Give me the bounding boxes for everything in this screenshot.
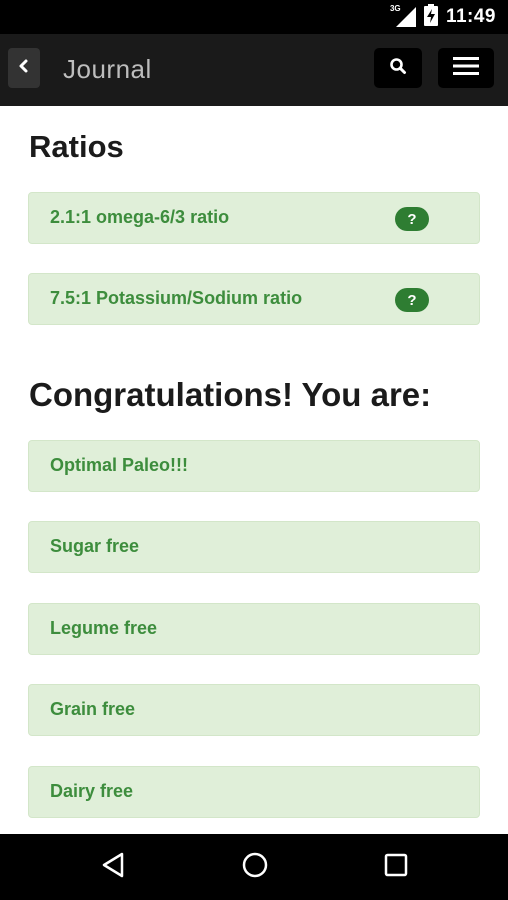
network-type-label: 3G [389,4,401,13]
achievement-card-optimal-paleo[interactable]: Optimal Paleo!!! [28,440,480,492]
battery-charging-icon [423,3,438,31]
nav-recents-icon [384,853,408,882]
help-badge[interactable]: ? [395,207,429,231]
help-badge[interactable]: ? [395,288,429,312]
achievement-label: Grain free [50,699,136,719]
app-bar: Journal [0,34,508,106]
nav-home-icon [241,851,269,884]
congrats-heading: Congratulations! You are: [29,376,432,413]
back-button[interactable] [8,48,40,88]
menu-button[interactable] [438,48,494,88]
search-button[interactable] [374,48,422,88]
status-icons: 3G 11:49 [389,3,496,31]
achievement-card-dairy-free[interactable]: Dairy free [28,766,480,818]
page-title: Journal [63,54,152,84]
search-icon [389,57,407,80]
achievement-label: Legume free [50,618,158,638]
system-nav-bar [0,834,508,900]
main-content[interactable]: Ratios 2.1:1 omega-6/3 ratio ? 7.5:1 Pot… [0,106,508,834]
achievement-label: Sugar free [50,536,140,556]
nav-back-button[interactable] [97,851,129,883]
achievement-card-legume-free[interactable]: Legume free [28,603,480,655]
ratio-label: 2.1:1 omega-6/3 ratio [50,207,230,227]
chevron-left-icon [17,58,31,79]
signal-icon: 3G [389,4,416,27]
achievement-label: Dairy free [50,781,134,801]
ratio-card-potassium[interactable]: 7.5:1 Potassium/Sodium ratio ? [28,273,480,325]
status-time: 11:49 [445,6,496,27]
nav-recents-button[interactable] [380,851,412,883]
nav-home-button[interactable] [239,851,271,883]
ratio-card-omega[interactable]: 2.1:1 omega-6/3 ratio ? [28,192,480,244]
achievement-card-sugar-free[interactable]: Sugar free [28,521,480,573]
ratio-label: 7.5:1 Potassium/Sodium ratio [50,288,303,308]
status-bar: 3G 11:49 [0,0,508,34]
achievement-label: Optimal Paleo!!! [50,455,189,475]
ratios-heading: Ratios [29,129,124,164]
nav-back-icon [100,851,126,884]
menu-icon [453,56,479,81]
achievement-card-grain-free[interactable]: Grain free [28,684,480,736]
